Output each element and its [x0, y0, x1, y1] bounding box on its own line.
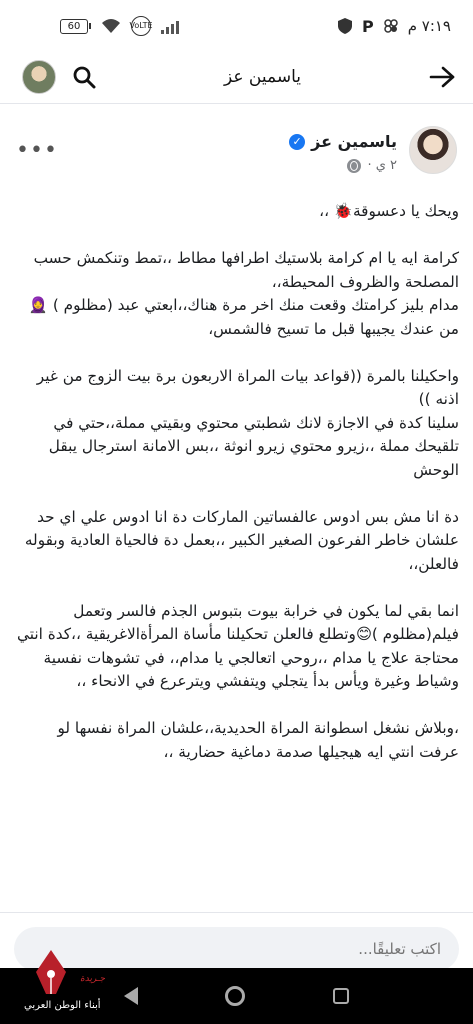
- wifi-icon: [102, 19, 120, 33]
- nav-recent-icon[interactable]: [333, 988, 350, 1004]
- verified-badge-icon: ✓: [289, 133, 306, 150]
- more-options-button[interactable]: •••: [16, 138, 58, 163]
- clock: ٧:١٩ م: [407, 17, 451, 35]
- avatar[interactable]: [22, 60, 56, 94]
- watermark-line1: جـريدة: [80, 974, 106, 984]
- volte-icon: VoLTE: [129, 16, 153, 36]
- post-paragraph: ،وبلاش نشغل اسطوانة المراة الحديدية،،علش…: [57, 719, 459, 761]
- post-meta: ٢ ي ·: [347, 158, 397, 173]
- page-title: ياسمين عز: [224, 67, 301, 87]
- status-left: 60 VoLTE: [60, 16, 179, 36]
- comment-divider: [0, 912, 473, 913]
- nav-home-icon[interactable]: [225, 986, 246, 1006]
- shield-icon: [337, 18, 352, 34]
- post-paragraph: ويحك يا دعسوقة🐞 ،،: [319, 202, 459, 220]
- app-header: ياسمين عز: [0, 52, 473, 102]
- pen-nib-icon: [36, 950, 66, 994]
- status-right: P ٧:١٩ م: [337, 16, 451, 36]
- status-bar: 60 VoLTE P ٧:١٩ م: [0, 0, 473, 52]
- post-paragraph: دة انا مش بس ادوس عالفساتين الماركات دة …: [24, 507, 459, 573]
- author-avatar[interactable]: [409, 126, 457, 174]
- post-paragraph: كرامة ايه يا ام كرامة بلاستيك اطرافها مط…: [28, 249, 459, 338]
- post-body: ويحك يا دعسوقة🐞 ،، كرامة ايه يا ام كرامة…: [14, 200, 459, 788]
- post-time[interactable]: ٢ ي ·: [367, 158, 397, 173]
- battery-level: 60: [60, 18, 88, 34]
- apps-icon: [383, 19, 398, 33]
- back-arrow-icon[interactable]: [429, 66, 455, 88]
- author-row: ياسمين عز ✓: [289, 132, 397, 151]
- author-name[interactable]: ياسمين عز: [311, 132, 397, 151]
- header-divider: [0, 103, 473, 104]
- app-p-icon: P: [361, 16, 374, 36]
- signal-icon: [161, 18, 179, 34]
- battery-icon: 60: [60, 18, 91, 34]
- search-icon[interactable]: [72, 65, 96, 89]
- post-paragraph: انما بقي لما يكون في خرابة بيوت بتبوس ال…: [16, 601, 459, 691]
- post-header: ••• ياسمين عز ✓ ٢ ي ·: [0, 118, 473, 188]
- watermark-line2: أبناء الوطن العربي: [24, 1000, 101, 1011]
- header-left: [22, 60, 96, 94]
- globe-icon: [347, 158, 362, 173]
- watermark-logo: جـريدة أبناء الوطن العربي: [20, 944, 130, 1014]
- post-paragraph: واحكيلنا بالمرة ((قواعد بيات المراة الار…: [36, 366, 459, 479]
